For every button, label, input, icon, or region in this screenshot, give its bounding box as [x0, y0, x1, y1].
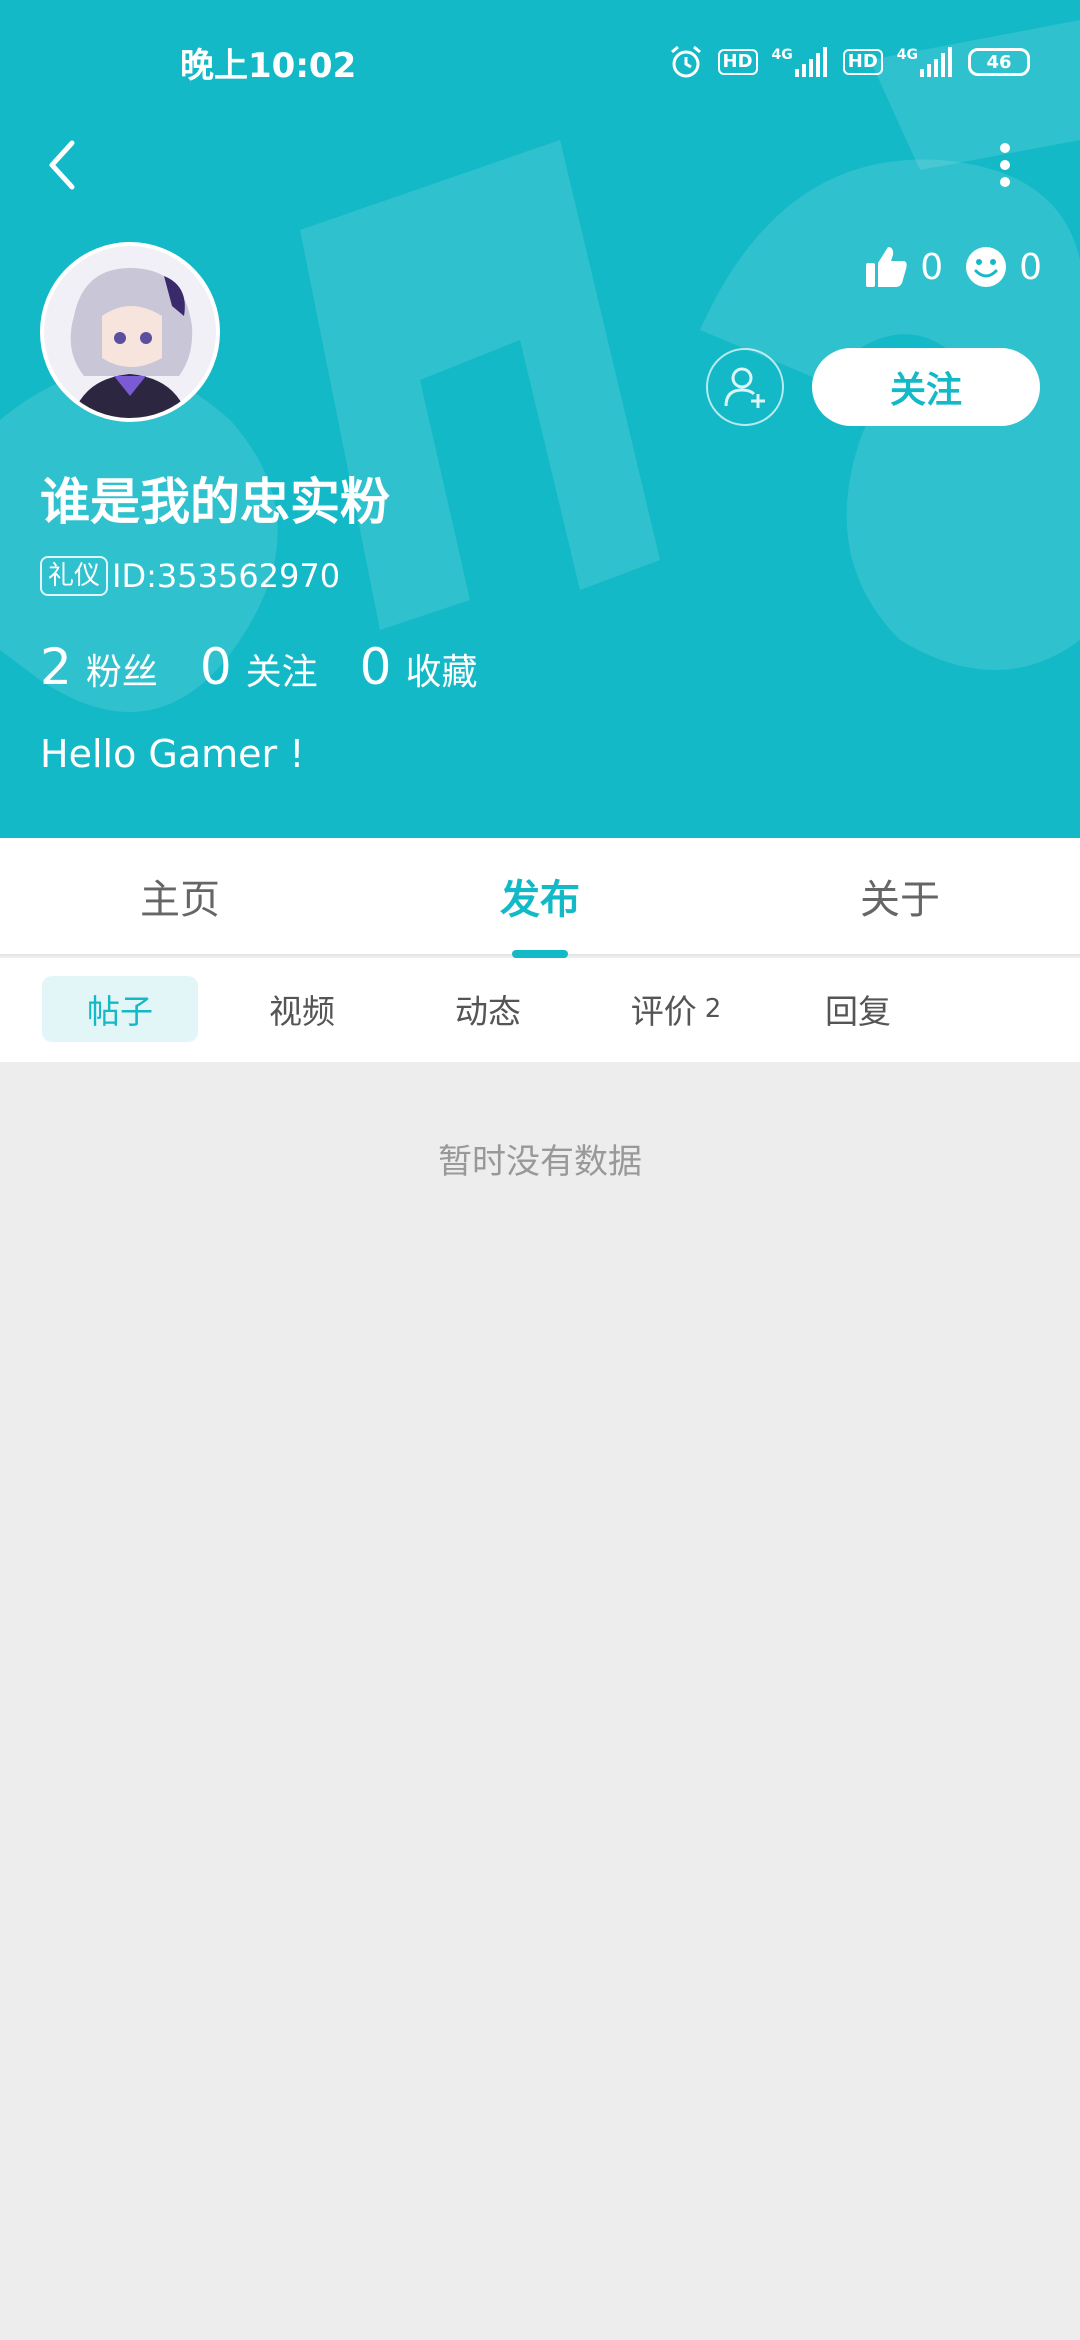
- subtab-reviews[interactable]: 评价 2: [606, 976, 746, 1042]
- count-number: 0: [359, 638, 392, 696]
- sub-tabs: 帖子 视频 动态 评价 2 回复: [0, 958, 1080, 1062]
- subtab-videos[interactable]: 视频: [232, 976, 372, 1042]
- signal-icon: 4G: [772, 47, 829, 77]
- avatar-image: [44, 246, 216, 418]
- profile-counts: 2 粉丝 0 关注 0 收藏: [40, 638, 519, 696]
- signal-icon-2: 4G: [897, 47, 954, 77]
- followers-count[interactable]: 2 粉丝: [40, 638, 158, 696]
- subtab-label: 评价: [630, 992, 697, 1031]
- active-tab-indicator: [512, 950, 568, 958]
- count-label: 粉丝: [85, 652, 158, 693]
- following-count[interactable]: 0 关注: [200, 638, 318, 696]
- main-tabs: 主页 发布 关于: [0, 838, 1080, 956]
- status-bar: 晚上10:02 HD 4G HD 4G 46: [0, 30, 1080, 94]
- status-time: 晚上10:02: [180, 46, 357, 86]
- tab-posts[interactable]: 发布: [360, 838, 720, 954]
- profile-header: 晚上10:02 HD 4G HD 4G 46 0 0 关注 谁是我的忠实粉 礼仪…: [0, 0, 1080, 838]
- count-number: 2: [40, 638, 72, 696]
- likes-count: 0: [920, 246, 944, 288]
- follow-button[interactable]: 关注: [812, 348, 1040, 426]
- profile-reactions: 0 0: [864, 245, 1042, 289]
- alarm-icon: [670, 45, 701, 78]
- subtab-count: 2: [704, 994, 722, 1024]
- username: 谁是我的忠实粉: [40, 473, 390, 531]
- user-id-row: 礼仪 ID:353562970: [40, 556, 340, 596]
- tab-about[interactable]: 关于: [720, 838, 1080, 954]
- user-badge[interactable]: 礼仪: [40, 556, 109, 596]
- status-icons: HD 4G HD 4G 46: [668, 40, 1030, 84]
- thumbs-up-icon: [866, 247, 907, 287]
- empty-state-text: 暂时没有数据: [438, 1142, 642, 1182]
- smiles-stat[interactable]: 0: [965, 246, 1042, 288]
- subtab-label: 动态: [455, 992, 521, 1031]
- add-friend-button[interactable]: [706, 348, 784, 426]
- subtab-label: 视频: [269, 992, 335, 1031]
- subtab-moments[interactable]: 动态: [418, 976, 558, 1042]
- more-options-icon[interactable]: [990, 140, 1020, 190]
- tab-home[interactable]: 主页: [0, 838, 360, 954]
- smile-icon: [966, 247, 1007, 287]
- hd-badge: HD: [717, 49, 758, 75]
- subtab-label: 帖子: [87, 992, 153, 1031]
- count-number: 0: [199, 638, 232, 696]
- network-label: 4G: [771, 47, 793, 63]
- count-label: 收藏: [405, 652, 478, 693]
- signal-bars-icon: [794, 47, 827, 77]
- smiles-count: 0: [1019, 246, 1042, 288]
- user-id: ID:353562970: [112, 557, 341, 595]
- likes-stat[interactable]: 0: [864, 245, 943, 289]
- count-label: 关注: [245, 652, 318, 693]
- add-user-icon: [724, 367, 765, 408]
- battery-level: 46: [986, 51, 1012, 73]
- back-arrow-icon[interactable]: [40, 135, 84, 195]
- avatar[interactable]: [40, 242, 220, 422]
- user-bio: Hello Gamer !: [40, 732, 305, 776]
- hd-badge-2: HD: [842, 49, 883, 75]
- battery-icon: 46: [968, 48, 1030, 76]
- signal-bars-icon-2: [920, 47, 952, 77]
- favorites-count[interactable]: 0 收藏: [360, 638, 478, 696]
- network-label-2: 4G: [896, 47, 918, 63]
- subtab-replies[interactable]: 回复: [788, 976, 928, 1042]
- subtab-threads[interactable]: 帖子: [42, 976, 198, 1042]
- content-area: 暂时没有数据: [0, 1062, 1080, 2340]
- subtab-label: 回复: [825, 992, 891, 1031]
